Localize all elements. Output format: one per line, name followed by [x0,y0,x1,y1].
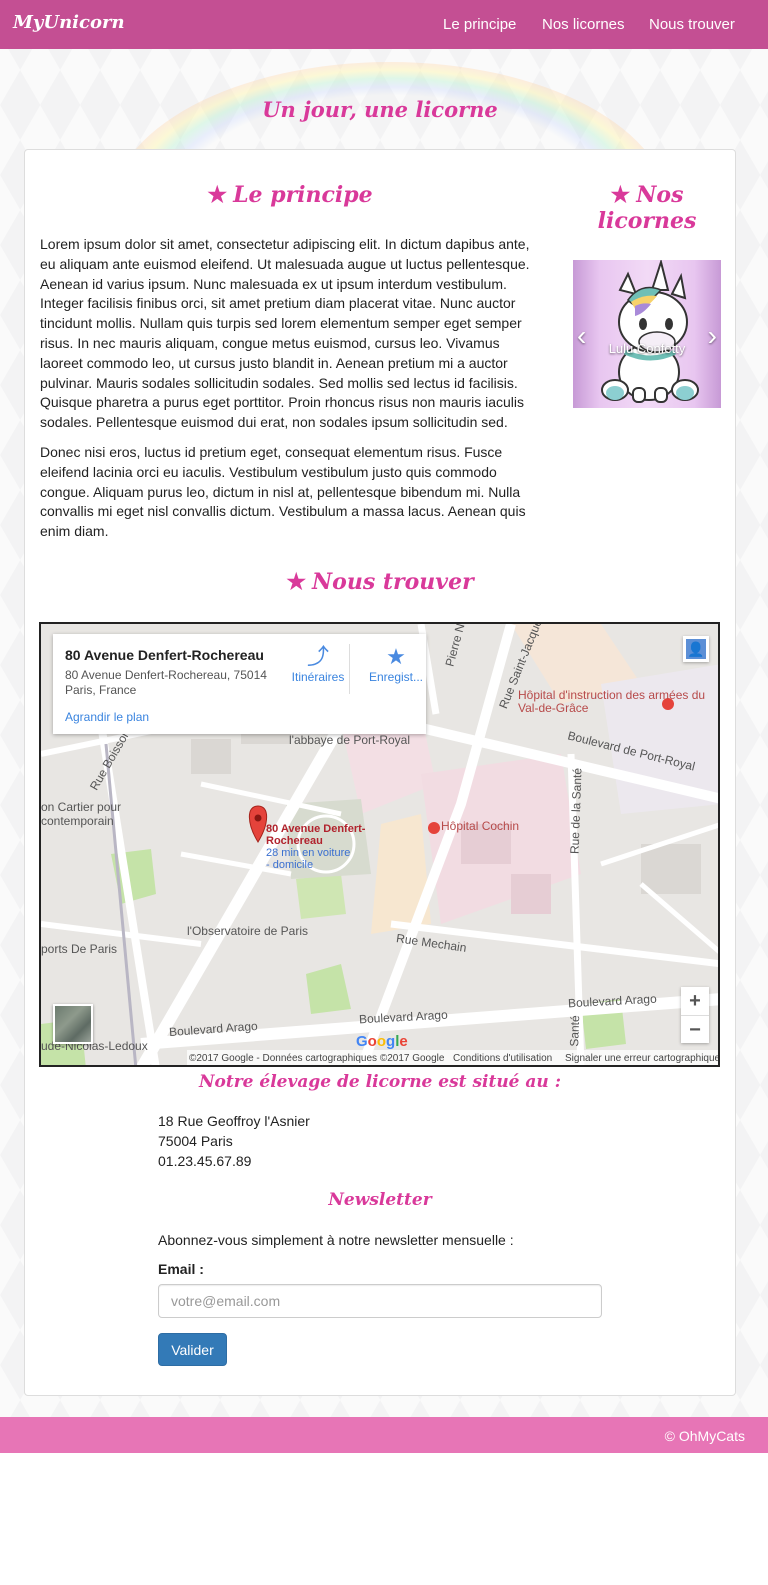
carousel-caption: Lulu Confetty [608,341,686,356]
principe-paragraph-2: Donec nisi eros, luctus id pretium eget,… [40,444,526,540]
hero-title: Un jour, une licorne [262,97,498,122]
unicorn-image [601,260,699,403]
page-bottom-blank [0,1453,768,1585]
principe-paragraph-1: Lorem ipsum dolor sit amet, consectetur … [40,236,530,431]
star-icon: ★ [207,182,228,208]
map-directions-button[interactable]: ⤴ Itinéraires [283,644,353,684]
email-label: Email : [158,1261,204,1277]
nav-link-principe[interactable]: Le principe [443,16,516,33]
satellite-toggle[interactable] [53,1004,93,1044]
zoom-out-button[interactable]: − [681,1016,709,1044]
heading-trouver: ★ Nous trouver [0,569,760,595]
map-save-button[interactable]: ★ Enregist... [361,644,431,684]
map-attribution-bar: ©2017 Google - Données cartographiques ©… [187,1050,718,1065]
email-field[interactable] [158,1284,602,1318]
elevage-heading: Notre élevage de licorne est situé au : [198,1072,561,1092]
map-save-label: Enregist... [368,670,424,684]
brand-logo[interactable]: MyUnicorn [13,12,125,33]
map-report-link[interactable]: Signaler une erreur cartographique [565,1053,718,1064]
map-enlarge-link[interactable]: Agrandir le plan [65,710,149,724]
map-terms-link[interactable]: Conditions d'utilisation [453,1053,552,1064]
footer: © OhMyCats [0,1417,768,1453]
footer-copyright: © OhMyCats [664,1428,745,1444]
map-label-valdegrace: Hôpital d'instruction des armées du Val-… [518,688,706,715]
star-icon: ★ [610,182,631,208]
heading-licornes: ★ Nos licornes [572,182,722,234]
map-label-sante-short: Santé [567,1015,583,1047]
map-info-box: 80 Avenue Denfert-Rochereau 80 Avenue De… [53,634,426,734]
unicorn-carousel[interactable]: ‹ › Lulu Confetty [573,260,721,408]
newsletter-heading: Newsletter [328,1190,432,1210]
map-label-abbaye: l'abbaye de Port-Royal [289,733,411,747]
info-divider [349,644,350,694]
heading-trouver-text: Nous trouver [312,569,474,595]
submit-button[interactable]: Valider [158,1333,227,1366]
nav-link-trouver[interactable]: Nous trouver [649,16,735,33]
zoom-in-button[interactable]: + [681,987,709,1015]
map-zoom-control: + − [681,987,709,1043]
heading-principe: ★ Le principe [40,182,540,208]
map-place-address: 80 Avenue Denfert-Rochereau, 75014 Paris… [65,668,267,697]
street-view-pegman[interactable]: 👤 [683,636,709,662]
map-marker-label: 80 Avenue Denfert-Rochereau [266,823,366,847]
directions-icon: ⤴ [306,644,329,669]
map-label-observatoire: l'Observatoire de Paris [187,924,309,938]
map-label-sports: ports De Paris [41,942,118,956]
map-label-sante: Rue de la Santé [567,767,585,855]
newsletter-intro: Abonnez-vous simplement à notre newslett… [158,1232,514,1248]
map-label-cartier: on Cartier pour contemporain [41,800,122,828]
address-street: 18 Rue Geoffroy l'Asnier [158,1113,310,1129]
map-marker-route: 28 min en voiture - domicile [266,847,351,871]
map-directions-label: Itinéraires [291,670,345,684]
navbar: MyUnicorn Le principe Nos licornes Nous … [0,0,768,49]
address-city: 75004 Paris [158,1133,233,1149]
map-attribution: ©2017 Google - Données cartographiques ©… [189,1053,445,1064]
star-icon: ★ [386,644,406,669]
person-icon: 👤 [686,639,706,659]
map-place-title: 80 Avenue Denfert-Rochereau [65,647,264,663]
address-phone: 01.23.45.67.89 [158,1153,252,1169]
star-icon: ★ [286,569,307,595]
heading-principe-text: Le principe [233,182,373,208]
google-map[interactable]: Hôpital d'instruction des armées du Val-… [39,622,720,1067]
map-label-cochin: Hôpital Cochin [441,819,520,833]
google-logo: Google [356,1033,408,1050]
nav-link-licornes[interactable]: Nos licornes [542,16,625,33]
